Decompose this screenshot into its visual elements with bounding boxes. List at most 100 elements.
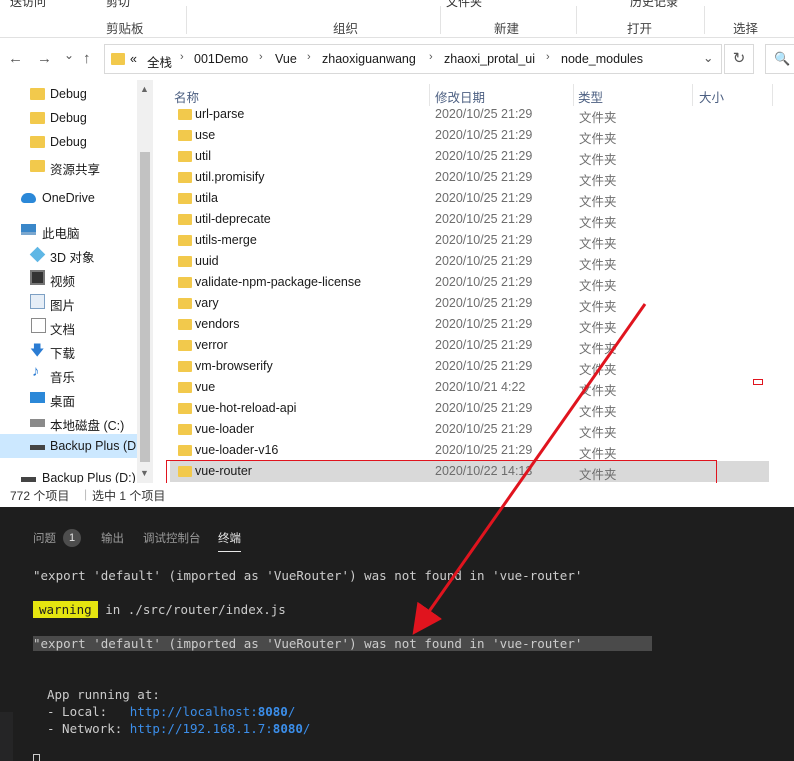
file-row[interactable]: util 2020/10/25 21:29 文件夹 [170,146,769,167]
local-disk-icon [30,419,45,427]
nav-item-debug[interactable]: Debug [0,82,140,106]
breadcrumb-item[interactable]: 001Demo [194,52,248,66]
file-row[interactable]: uuid 2020/10/25 21:29 文件夹 [170,251,769,272]
tab-output[interactable]: 输出 [101,530,124,546]
network-url[interactable]: http://192.168.1.7:8080/ [130,721,311,736]
nav-item-this-pc[interactable]: 此电脑 [0,218,140,242]
back-arrow-icon[interactable]: ← [8,50,23,67]
nav-item-backup-plus[interactable]: Backup Plus (D [0,434,140,458]
search-box[interactable]: 🔍 [765,44,794,74]
tab-terminal[interactable]: 终端 [218,530,241,552]
folder-icon [178,445,192,456]
ribbon-history-partial[interactable]: 历史记录 [630,0,678,10]
nav-item-local-disk[interactable]: 本地磁盘 (C:) [0,410,140,434]
nav-item-label: 文档 [50,323,76,337]
file-row[interactable]: vm-browserify 2020/10/25 21:29 文件夹 [170,356,769,377]
tab-debug-console[interactable]: 调试控制台 [143,530,201,546]
terminal-network-line: - Network: http://192.168.1.7:8080/ [47,721,310,736]
folder-icon [30,136,45,148]
column-divider[interactable] [692,84,693,106]
scroll-down-arrow-icon[interactable]: ▼ [140,468,149,478]
file-name: utils-merge [195,233,257,247]
chevron-right-icon[interactable]: › [307,51,311,63]
nav-item-backup-plus-root[interactable]: Backup Plus (D:) [0,466,140,483]
breadcrumb-item[interactable]: zhaoxiguanwang [322,52,416,66]
recent-locations-chevron-icon[interactable]: ⌄ [64,48,74,62]
folder-icon [178,382,192,393]
nav-item-music[interactable]: ♪ 音乐 [0,362,140,386]
address-dropdown-icon[interactable]: ⌄ [703,50,713,65]
forward-arrow-icon[interactable]: → [37,50,52,67]
file-modified: 2020/10/25 21:29 [435,359,533,373]
nav-item-label: 图片 [50,299,76,313]
nav-item-label: Debug [50,111,87,125]
file-row[interactable]: utils-merge 2020/10/25 21:29 文件夹 [170,230,769,251]
selected-text: "export 'default' (imported as 'VueRoute… [33,636,653,651]
terminal-line: App running at: [47,687,160,702]
nav-item-shared[interactable]: 资源共享 [0,154,140,178]
ribbon-cut-partial[interactable]: 剪切 [106,0,130,10]
nav-item-pictures[interactable]: 图片 [0,290,140,314]
local-url[interactable]: http://localhost:8080/ [130,704,296,719]
breadcrumb-item[interactable]: zhaoxi_protal_ui [444,52,535,66]
folder-icon [111,53,125,65]
file-row[interactable]: vary 2020/10/25 21:29 文件夹 [170,293,769,314]
chevron-right-icon[interactable]: › [546,51,550,63]
file-row[interactable]: verror 2020/10/25 21:29 文件夹 [170,335,769,356]
file-row[interactable]: utila 2020/10/25 21:29 文件夹 [170,188,769,209]
nav-item-label: Backup Plus (D:) [42,471,136,483]
file-modified: 2020/10/25 21:29 [435,191,533,205]
chevron-right-icon[interactable]: › [259,51,263,63]
up-arrow-icon[interactable]: ↑ [83,50,91,67]
column-divider[interactable] [573,84,574,106]
ribbon: 送访问 剪切 文件夹 历史记录 剪贴板 组织 新建 打开 选择 [0,0,794,38]
nav-item-downloads[interactable]: 🡇 下载 [0,338,140,362]
ribbon-group-select: 选择 [733,22,759,36]
nav-item-documents[interactable]: 文档 [0,314,140,338]
file-row[interactable]: vue-loader-v16 2020/10/25 21:29 文件夹 [170,440,769,461]
nav-pane-scrollbar[interactable]: ▲ ▼ [137,80,153,483]
nav-item-3d-objects[interactable]: 3D 对象 [0,242,140,266]
nav-item-onedrive[interactable]: OneDrive [0,186,140,210]
folder-icon [178,151,192,162]
file-row[interactable]: vendors 2020/10/25 21:29 文件夹 [170,314,769,335]
ribbon-quick-access-partial[interactable]: 送访问 [10,0,46,10]
file-row[interactable]: use 2020/10/25 21:29 文件夹 [170,125,769,146]
navigation-pane: Debug Debug Debug 资源共享 OneDrive 此电脑 3D 对… [0,80,155,483]
editor-gutter [0,712,13,761]
item-count: 772 个项目 [10,489,70,503]
folder-icon [178,277,192,288]
file-row[interactable]: util-deprecate 2020/10/25 21:29 文件夹 [170,209,769,230]
file-name: vue-loader-v16 [195,443,279,457]
nav-item-videos[interactable]: 视频 [0,266,140,290]
nav-item-desktop[interactable]: 桌面 [0,386,140,410]
tab-problems[interactable]: 问题 [33,530,56,546]
ribbon-folder-partial[interactable]: 文件夹 [446,0,482,10]
file-type: 文件夹 [579,426,617,440]
file-row[interactable]: vue-hot-reload-api 2020/10/25 21:29 文件夹 [170,398,769,419]
breadcrumb-item[interactable]: Vue [275,52,297,66]
column-divider[interactable] [429,84,430,106]
scrollbar-thumb[interactable] [140,152,150,462]
nav-item-debug[interactable]: Debug [0,106,140,130]
refresh-button[interactable]: ↻ [724,44,754,74]
chevron-right-icon[interactable]: › [180,51,184,63]
file-row[interactable]: url-parse 2020/10/25 21:29 文件夹 [170,104,769,125]
file-row[interactable]: vue 2020/10/21 4:22 文件夹 [170,377,769,398]
nav-item-label: Debug [50,135,87,149]
chevron-right-icon[interactable]: › [429,51,433,63]
breadcrumb-overflow[interactable]: « [130,52,137,66]
scroll-up-arrow-icon[interactable]: ▲ [140,84,149,94]
search-icon: 🔍 [774,51,791,66]
file-row[interactable]: vue-loader 2020/10/25 21:29 文件夹 [170,419,769,440]
nav-item-label: 视频 [50,275,76,289]
nav-item-debug[interactable]: Debug [0,130,140,154]
breadcrumb-item-current[interactable]: node_modules [561,52,643,66]
file-type: 文件夹 [579,258,617,272]
breadcrumb-item[interactable]: 全栈 [147,52,172,71]
file-row[interactable]: validate-npm-package-license 2020/10/25 2… [170,272,769,293]
file-row[interactable]: util.promisify 2020/10/25 21:29 文件夹 [170,167,769,188]
column-divider[interactable] [772,84,773,106]
address-bar[interactable]: « 全栈 › 001Demo › Vue › zhaoxiguanwang › … [104,44,722,74]
file-type: 文件夹 [579,384,617,398]
